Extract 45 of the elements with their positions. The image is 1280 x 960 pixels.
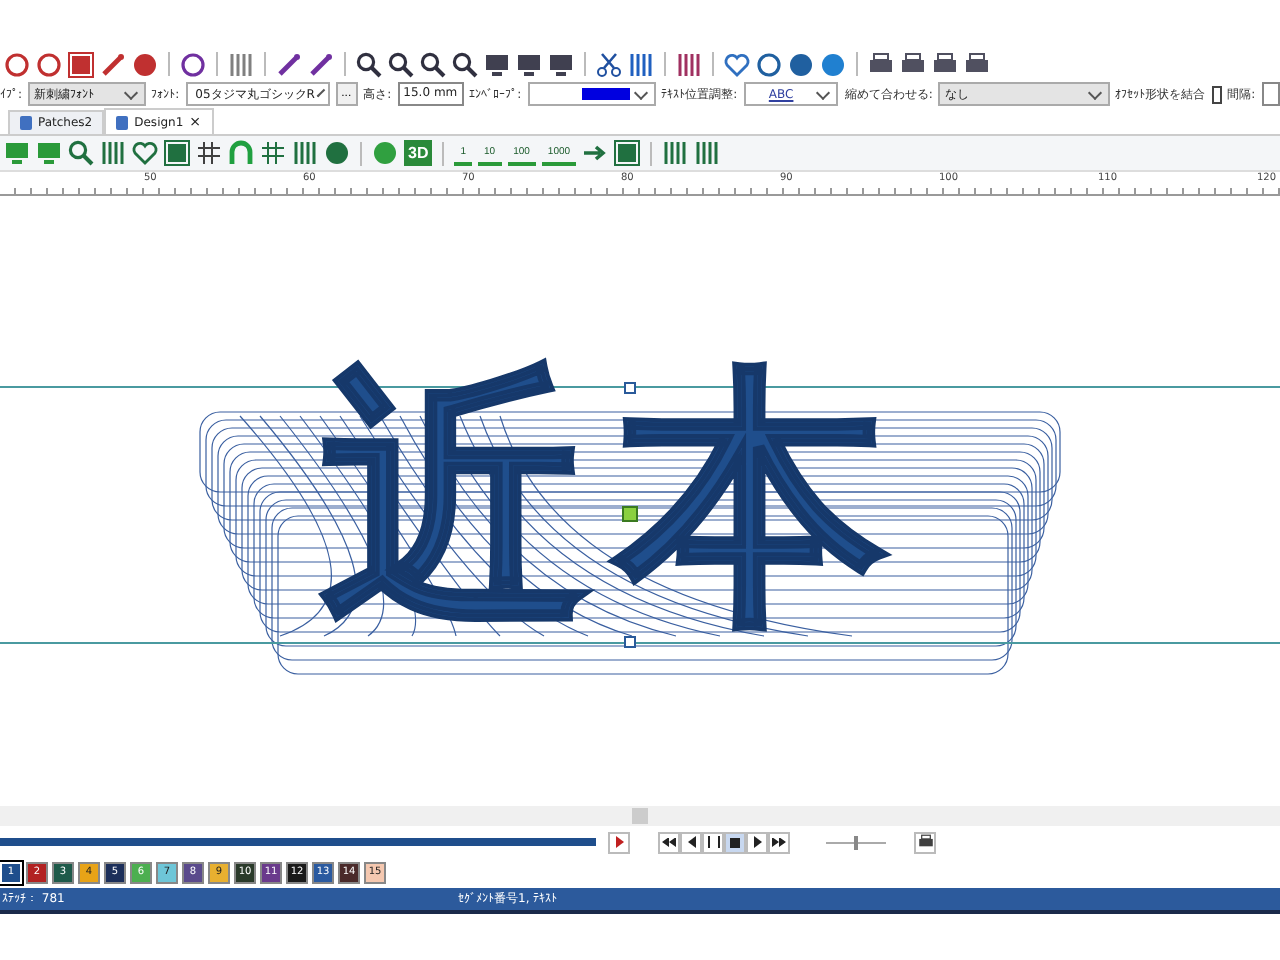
arrow-icon[interactable] [582, 140, 609, 166]
stitch-icon[interactable] [292, 140, 318, 166]
pause-button[interactable] [702, 831, 724, 853]
fast-forward-button[interactable] [768, 831, 790, 853]
stitch-icon[interactable] [628, 51, 654, 77]
zoom-icon[interactable] [452, 51, 478, 77]
document-icon [116, 115, 129, 129]
wand-icon[interactable] [308, 51, 334, 77]
monitor-icon[interactable] [484, 51, 510, 77]
zoom-out-icon[interactable] [420, 51, 446, 77]
heart-icon[interactable] [132, 140, 158, 166]
zoom-icon[interactable] [356, 51, 382, 77]
magnifier-icon[interactable] [68, 140, 94, 166]
document-icon [20, 116, 32, 130]
rewind-button[interactable] [658, 831, 680, 853]
stitch-icon[interactable] [694, 140, 721, 166]
printer-icon[interactable] [868, 51, 894, 77]
monitor-icon[interactable] [548, 51, 574, 77]
play-button[interactable] [608, 831, 630, 853]
scissors-icon[interactable] [596, 51, 622, 77]
scrollbar[interactable] [0, 806, 1280, 826]
printer-icon[interactable] [964, 51, 990, 77]
stop-button[interactable] [724, 831, 746, 853]
box-icon[interactable] [68, 51, 94, 77]
step-back-button[interactable] [680, 831, 702, 853]
spacing-field[interactable] [1261, 82, 1280, 106]
play-button[interactable] [746, 831, 768, 853]
view-3d-button[interactable]: 3D [404, 140, 433, 166]
envelope-dropdown[interactable] [527, 82, 656, 106]
envelope-icon [581, 88, 630, 100]
stitch-icon[interactable] [662, 140, 689, 166]
frame-icon[interactable] [164, 140, 190, 166]
column-icon[interactable] [228, 51, 254, 77]
monitor-icon[interactable] [516, 51, 542, 77]
wand-icon[interactable] [276, 51, 302, 77]
heart-icon[interactable] [724, 51, 750, 77]
circle-icon[interactable] [4, 51, 30, 77]
printer-icon[interactable] [900, 51, 926, 77]
ring-icon[interactable] [756, 51, 782, 77]
grid-icon[interactable] [196, 140, 222, 166]
checkbox[interactable] [1211, 85, 1222, 103]
printer-icon[interactable] [932, 51, 958, 77]
zoom-in-icon[interactable] [388, 51, 414, 77]
scroll-thumb[interactable] [632, 808, 648, 824]
stitch-icon[interactable] [100, 140, 126, 166]
